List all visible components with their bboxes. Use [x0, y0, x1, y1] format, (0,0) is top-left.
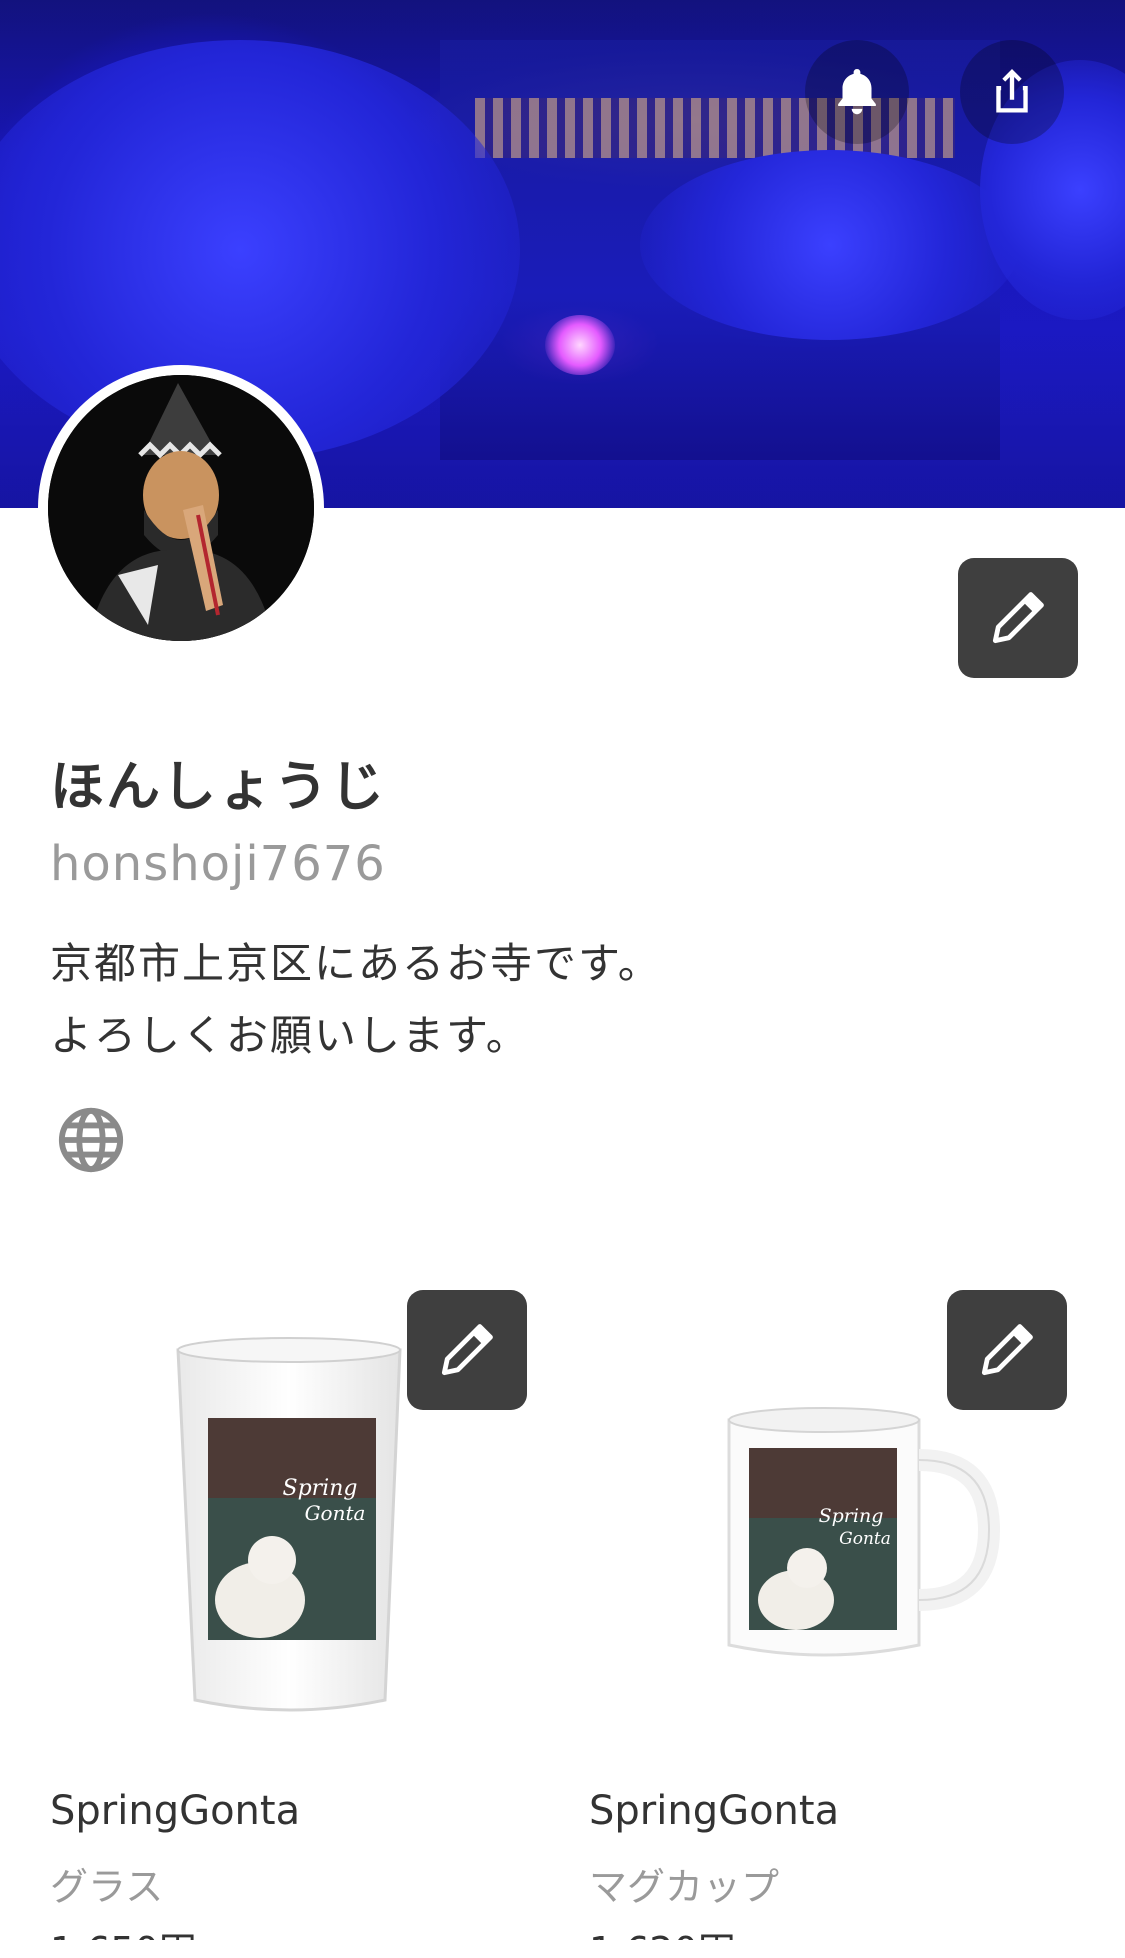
product-name[interactable]: SpringGonta [589, 1788, 839, 1834]
edit-product-button[interactable] [947, 1290, 1067, 1410]
svg-text:Gonta: Gonta [839, 1529, 891, 1549]
glass-print-text: Spring [283, 1476, 358, 1501]
product-type: マグカップ [589, 1865, 780, 1909]
product-type: グラス [50, 1865, 164, 1909]
edit-profile-button[interactable] [958, 558, 1078, 678]
website-link[interactable] [56, 1105, 126, 1175]
svg-text:Gonta: Gonta [305, 1501, 366, 1525]
globe-icon [58, 1107, 124, 1173]
bell-icon [838, 69, 876, 115]
mug-print-text: Spring [819, 1505, 884, 1527]
bio-line-1: 京都市上京区にあるお寺です。 [50, 939, 662, 988]
profile-name: ほんしょうじ [50, 755, 386, 818]
notification-button[interactable] [805, 40, 909, 144]
pencil-icon [981, 1324, 1033, 1376]
avatar-image [48, 375, 314, 641]
profile-bio: 京都市上京区にあるお寺です。 よろしくお願いします。 [50, 928, 662, 1072]
pencil-icon [992, 592, 1044, 644]
edit-product-button[interactable] [407, 1290, 527, 1410]
maple-tree [640, 150, 1020, 340]
lantern-light [545, 315, 615, 375]
profile-handle: honshoji7676 [50, 836, 386, 892]
profile-avatar[interactable] [38, 365, 324, 651]
screen-bottom-edge [0, 1940, 1125, 1958]
share-icon [996, 69, 1028, 113]
bio-line-2: よろしくお願いします。 [50, 1011, 530, 1060]
share-button[interactable] [960, 40, 1064, 144]
product-name[interactable]: SpringGonta [50, 1788, 300, 1834]
pencil-icon [441, 1324, 493, 1376]
